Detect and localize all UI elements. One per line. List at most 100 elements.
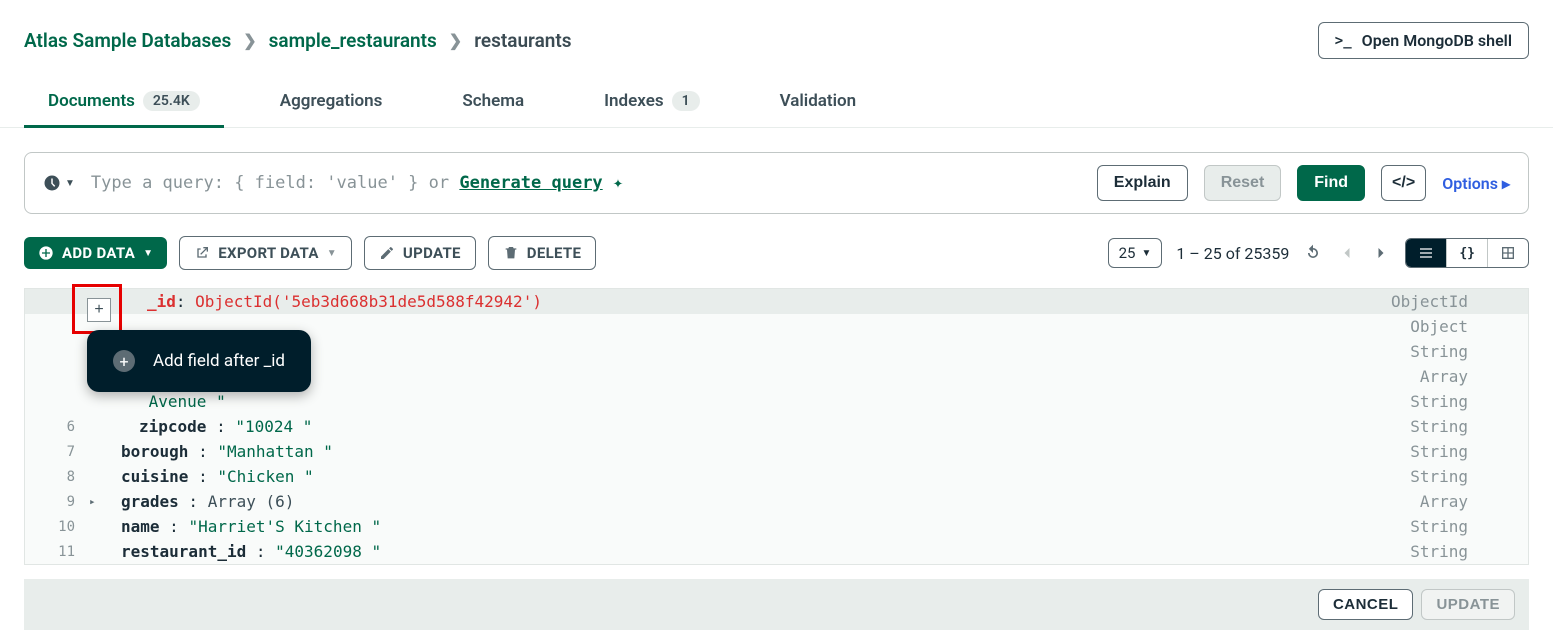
expand-icon[interactable]: ▸	[89, 495, 101, 508]
breadcrumb: Atlas Sample Databases ❯ sample_restaura…	[24, 29, 572, 52]
caret-down-icon: ▼	[327, 248, 337, 259]
line-content: zipcode : "10024 "	[103, 417, 312, 436]
options-label: Options	[1442, 174, 1498, 193]
view-json-button[interactable]: {}	[1447, 239, 1487, 267]
type-label: Array	[1420, 492, 1468, 511]
doc-line[interactable]: Avenue " String	[25, 389, 1528, 414]
options-link[interactable]: Options ▸	[1442, 174, 1510, 193]
explain-button[interactable]: Explain	[1097, 165, 1188, 201]
view-list-button[interactable]	[1406, 239, 1446, 267]
line-number: 8	[39, 469, 75, 485]
type-label: Array	[1420, 367, 1468, 386]
add-data-label: ADD DATA	[62, 244, 135, 262]
reset-button[interactable]: Reset	[1204, 165, 1282, 201]
page-range: 1 – 25 of 25359	[1176, 244, 1289, 263]
cancel-button[interactable]: CANCEL	[1318, 589, 1414, 620]
query-bar: ▼ Type a query: { field: 'value' } or Ge…	[24, 152, 1529, 214]
table-icon	[1500, 245, 1516, 261]
line-number: 11	[39, 544, 75, 560]
open-shell-button[interactable]: >_ Open MongoDB shell	[1318, 22, 1529, 59]
plus-circle-icon: +	[113, 350, 135, 372]
add-field-label: Add field after _id	[153, 351, 285, 371]
braces-icon: {}	[1459, 246, 1475, 261]
line-number: 9	[39, 494, 75, 510]
line-content: restaurant_id : "40362098 "	[103, 542, 381, 561]
add-field-menu[interactable]: + Add field after _id	[87, 330, 311, 392]
next-page-icon[interactable]	[1371, 243, 1391, 263]
update-label: UPDATE	[403, 244, 461, 262]
view-mode-toggle: {}	[1405, 238, 1529, 268]
breadcrumb-item[interactable]: sample_restaurants	[269, 29, 437, 52]
line-content: cuisine : "Chicken "	[103, 467, 314, 486]
doc-line[interactable]: _id: ObjectId('5eb3d668b31de5d588f42942'…	[25, 289, 1528, 314]
caret-down-icon: ▼	[1141, 248, 1151, 259]
line-number: 6	[39, 419, 75, 435]
type-label: String	[1410, 342, 1468, 361]
code-toggle-button[interactable]: </>	[1381, 165, 1426, 201]
refresh-icon[interactable]	[1303, 243, 1323, 263]
tab-badge: 1	[672, 91, 700, 111]
editor-footer: CANCEL UPDATE	[24, 579, 1529, 630]
doc-line[interactable]: 6 zipcode : "10024 " String	[25, 414, 1528, 439]
doc-line[interactable]: 10name : "Harriet'S Kitchen "String	[25, 514, 1528, 539]
chevron-right-icon: ❯	[243, 31, 256, 50]
history-menu[interactable]: ▼	[43, 174, 75, 192]
line-content: Avenue "	[103, 392, 226, 411]
tab-schema[interactable]: Schema	[438, 83, 548, 127]
tab-label: Validation	[780, 91, 857, 111]
tab-badge: 25.4K	[143, 91, 200, 111]
breadcrumb-item[interactable]: Atlas Sample Databases	[24, 29, 231, 52]
update-button[interactable]: UPDATE	[364, 236, 476, 270]
trash-icon	[503, 245, 519, 261]
type-label: String	[1410, 467, 1468, 486]
doc-line[interactable]: 8 cuisine : "Chicken " String	[25, 464, 1528, 489]
tab-label: Documents	[48, 91, 135, 111]
type-label: String	[1410, 417, 1468, 436]
prev-page-icon	[1337, 243, 1357, 263]
export-data-button[interactable]: EXPORT DATA ▼	[179, 236, 352, 270]
doc-line[interactable]: 11restaurant_id : "40362098 "String	[25, 539, 1528, 564]
line-content: _id: ObjectId('5eb3d668b31de5d588f42942'…	[103, 292, 542, 311]
add-data-button[interactable]: ADD DATA ▼	[24, 237, 167, 269]
line-content: grades : Array (6)	[103, 492, 294, 511]
breadcrumb-item: restaurants	[474, 29, 571, 52]
tab-indexes[interactable]: Indexes 1	[580, 83, 723, 127]
chevron-right-icon: ❯	[449, 31, 462, 50]
type-label: String	[1410, 392, 1468, 411]
type-label: String	[1410, 442, 1468, 461]
tab-label: Schema	[462, 91, 524, 111]
doc-line[interactable]: 9 ▸grades : Array (6) Array	[25, 489, 1528, 514]
update-doc-button[interactable]: UPDATE	[1421, 589, 1515, 620]
code-icon: </>	[1392, 174, 1415, 192]
tab-validation[interactable]: Validation	[756, 83, 881, 127]
query-input[interactable]: Type a query: { field: 'value' } or Gene…	[91, 173, 1081, 193]
add-field-button[interactable]	[87, 298, 111, 322]
generate-query-link[interactable]: Generate query	[459, 173, 602, 193]
tab-label: Indexes	[604, 91, 663, 111]
type-label: Object	[1410, 317, 1468, 336]
sparkle-icon: ✦	[613, 173, 623, 193]
export-icon	[194, 245, 210, 261]
caret-down-icon: ▼	[143, 248, 153, 259]
pencil-icon	[379, 245, 395, 261]
delete-label: DELETE	[527, 244, 581, 262]
type-label: ObjectId	[1391, 292, 1468, 311]
tab-aggregations[interactable]: Aggregations	[256, 83, 407, 127]
line-content: name : "Harriet'S Kitchen "	[103, 517, 381, 536]
query-placeholder: Type a query: { field: 'value' } or	[91, 173, 459, 193]
line-content: borough : "Manhattan "	[103, 442, 333, 461]
plus-circle-icon	[38, 245, 54, 261]
tabs: Documents 25.4K Aggregations Schema Inde…	[0, 83, 1553, 128]
view-table-button[interactable]	[1488, 239, 1528, 267]
page-size-select[interactable]: 25 ▼	[1108, 238, 1163, 268]
tab-documents[interactable]: Documents 25.4K	[24, 83, 224, 127]
export-data-label: EXPORT DATA	[218, 244, 318, 262]
find-button[interactable]: Find	[1297, 165, 1365, 201]
caret-down-icon: ▼	[65, 178, 75, 189]
tab-label: Aggregations	[280, 91, 383, 111]
doc-line[interactable]: 7borough : "Manhattan "String	[25, 439, 1528, 464]
open-shell-label: Open MongoDB shell	[1362, 31, 1512, 50]
delete-button[interactable]: DELETE	[488, 236, 596, 270]
type-label: String	[1410, 517, 1468, 536]
clock-icon	[43, 174, 61, 192]
